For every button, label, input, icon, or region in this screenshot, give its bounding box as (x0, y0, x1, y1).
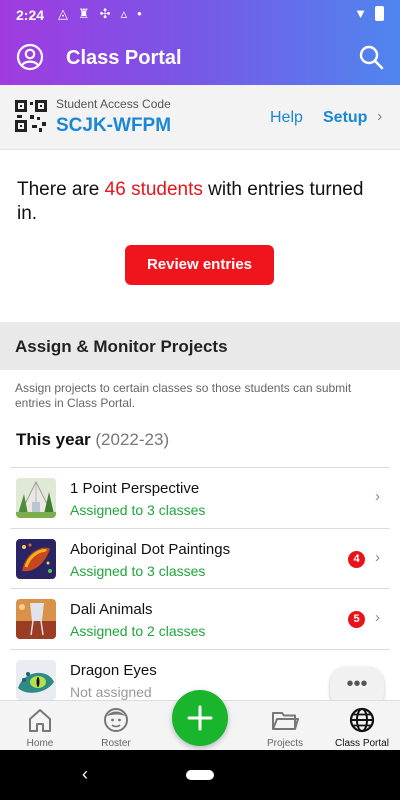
globe-icon (349, 707, 375, 733)
more-horizontal-icon: ••• (346, 673, 368, 695)
year-label: This year (16, 430, 91, 449)
notification-icons: ◬ ♜ ✣ ▵ • (58, 6, 142, 22)
nav-class-portal[interactable]: Class Portal (322, 701, 400, 751)
entries-badge: 4 (348, 550, 365, 568)
project-thumbnail (16, 599, 56, 639)
nav-projects[interactable]: Projects (245, 701, 325, 751)
dot-icon: • (137, 6, 142, 21)
folder-icon (272, 712, 299, 730)
project-status: Assigned to 3 classes (70, 502, 206, 518)
chevron-right-icon: › (375, 609, 380, 626)
chevron-right-icon[interactable]: › (377, 108, 382, 126)
app-notification-icon: ◬ (58, 6, 68, 21)
search-icon[interactable] (356, 42, 386, 72)
nav-home[interactable]: Home (0, 701, 80, 751)
system-navigation-bar: ‹ (0, 750, 400, 800)
project-name: Dragon Eyes (70, 661, 157, 679)
nav-projects-label: Projects (266, 738, 304, 749)
status-bar: 2:24 ◬ ♜ ✣ ▵ • ▼ (0, 0, 400, 30)
app-bar: Class Portal (0, 30, 400, 85)
access-code-bar: Student Access Code SCJK-WFPM Help Setup… (0, 85, 400, 150)
help-link[interactable]: Help (270, 109, 303, 127)
project-status: Assigned to 2 classes (70, 623, 206, 639)
project-name: 1 Point Perspective (70, 480, 200, 497)
nav-class-portal-label: Class Portal (335, 738, 389, 749)
student-face-icon (104, 708, 128, 732)
year-heading: This year (2022-23) (16, 430, 169, 450)
review-entries-button[interactable]: Review entries (125, 245, 274, 285)
access-code-value: SCJK-WFPM (56, 115, 172, 136)
project-status: Not assigned (70, 683, 152, 700)
project-name: Aboriginal Dot Paintings (70, 540, 231, 558)
chevron-right-icon: › (375, 548, 380, 566)
status-time: 2:24 (16, 7, 45, 23)
section-title: Assign & Monitor Projects (15, 337, 228, 356)
plus-icon (187, 705, 213, 731)
project-thumbnail (16, 478, 56, 518)
home-icon (29, 709, 51, 732)
add-button[interactable] (172, 690, 228, 746)
pinwheel-icon: ✣ (99, 6, 111, 21)
nav-roster[interactable]: Roster (76, 701, 156, 751)
home-pill-icon[interactable] (186, 770, 214, 780)
nav-roster-label: Roster (101, 738, 131, 749)
section-header: Assign & Monitor Projects (0, 322, 400, 370)
project-thumbnail (16, 538, 56, 579)
drive-icon: ▵ (120, 6, 128, 21)
account-icon[interactable] (16, 43, 44, 71)
wifi-icon: ▼ (354, 6, 367, 21)
entries-message: There are 46 students with entries turne… (17, 178, 387, 226)
project-thumbnail (16, 659, 56, 700)
entries-summary: There are 46 students with entries turne… (0, 150, 400, 322)
battery-icon (375, 6, 384, 21)
entries-prefix: There are (17, 179, 105, 200)
project-row[interactable]: 1 Point Perspective Assigned to 3 classe… (10, 468, 390, 529)
setup-link[interactable]: Setup (323, 109, 367, 127)
entries-badge: 5 (348, 611, 365, 628)
project-name: Dali Animals (70, 601, 153, 618)
app-header: 2:24 ◬ ♜ ✣ ▵ • ▼ Class Portal (0, 0, 400, 85)
chevron-right-icon: › (375, 488, 380, 505)
keyhole-icon: ♜ (78, 6, 90, 21)
project-status: Assigned to 3 classes (70, 562, 206, 579)
access-code-caption: Student Access Code (56, 97, 171, 111)
project-row[interactable]: Aboriginal Dot Paintings Assigned to 3 c… (10, 529, 390, 589)
project-row[interactable]: Dali Animals Assigned to 2 classes 5 › (10, 589, 390, 650)
back-icon[interactable]: ‹ (82, 764, 88, 785)
student-count: 46 students (104, 179, 203, 200)
app-title: Class Portal (66, 47, 182, 69)
nav-home-label: Home (26, 738, 54, 749)
qr-code-icon[interactable] (15, 100, 47, 132)
section-description: Assign projects to certain classes so th… (15, 381, 352, 410)
year-range: (2022-23) (95, 430, 170, 449)
